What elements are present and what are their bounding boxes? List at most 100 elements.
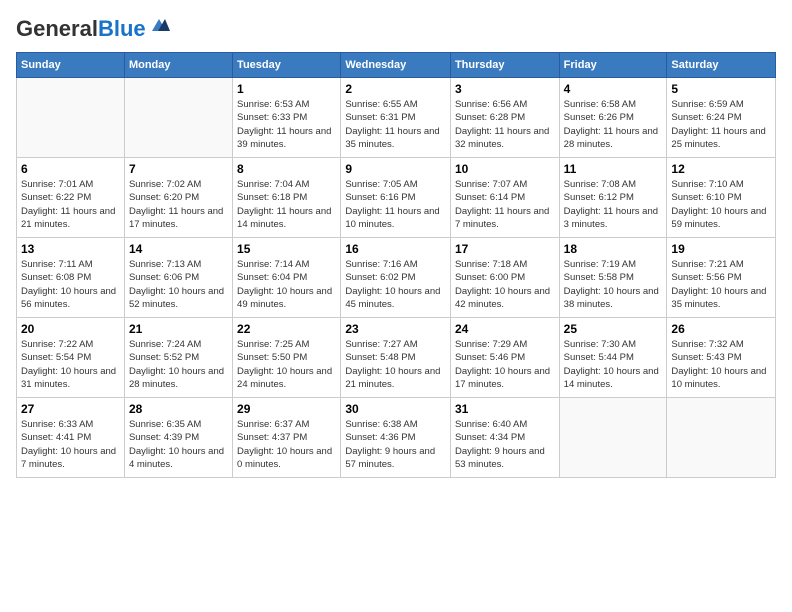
logo-blue: Blue <box>98 16 146 41</box>
day-number: 6 <box>21 162 120 176</box>
day-number: 3 <box>455 82 555 96</box>
day-number: 21 <box>129 322 228 336</box>
calendar-cell: 9 Sunrise: 7:05 AM Sunset: 6:16 PM Daylig… <box>341 158 451 238</box>
calendar-cell <box>17 78 125 158</box>
day-info: Sunrise: 7:02 AM Sunset: 6:20 PM Dayligh… <box>129 178 228 231</box>
day-info: Sunrise: 7:22 AM Sunset: 5:54 PM Dayligh… <box>21 338 120 391</box>
day-number: 12 <box>671 162 771 176</box>
day-info: Sunrise: 7:05 AM Sunset: 6:16 PM Dayligh… <box>345 178 446 231</box>
day-info: Sunrise: 7:27 AM Sunset: 5:48 PM Dayligh… <box>345 338 446 391</box>
day-info: Sunrise: 6:59 AM Sunset: 6:24 PM Dayligh… <box>671 98 771 151</box>
calendar-cell <box>667 398 776 478</box>
calendar-cell: 30 Sunrise: 6:38 AM Sunset: 4:36 PM Dayli… <box>341 398 451 478</box>
day-number: 22 <box>237 322 336 336</box>
day-number: 31 <box>455 402 555 416</box>
calendar-cell: 6 Sunrise: 7:01 AM Sunset: 6:22 PM Daylig… <box>17 158 125 238</box>
day-number: 8 <box>237 162 336 176</box>
day-header-monday: Monday <box>124 53 232 78</box>
day-info: Sunrise: 6:35 AM Sunset: 4:39 PM Dayligh… <box>129 418 228 471</box>
day-header-thursday: Thursday <box>450 53 559 78</box>
day-number: 7 <box>129 162 228 176</box>
calendar-cell: 21Sunrise: 7:24 AM Sunset: 5:52 PM Dayli… <box>124 318 232 398</box>
day-number: 23 <box>345 322 446 336</box>
day-number: 9 <box>345 162 446 176</box>
day-number: 2 <box>345 82 446 96</box>
day-info: Sunrise: 7:07 AM Sunset: 6:14 PM Dayligh… <box>455 178 555 231</box>
day-info: Sunrise: 6:56 AM Sunset: 6:28 PM Dayligh… <box>455 98 555 151</box>
calendar-cell: 12 Sunrise: 7:10 AM Sunset: 6:10 PM Dayli… <box>667 158 776 238</box>
day-info: Sunrise: 6:37 AM Sunset: 4:37 PM Dayligh… <box>237 418 336 471</box>
day-number: 15 <box>237 242 336 256</box>
calendar-cell: 5Sunrise: 6:59 AM Sunset: 6:24 PM Daylig… <box>667 78 776 158</box>
calendar-cell: 18Sunrise: 7:19 AM Sunset: 5:58 PM Dayli… <box>559 238 667 318</box>
day-info: Sunrise: 7:08 AM Sunset: 6:12 PM Dayligh… <box>564 178 663 231</box>
day-number: 4 <box>564 82 663 96</box>
calendar-cell: 28 Sunrise: 6:35 AM Sunset: 4:39 PM Dayli… <box>124 398 232 478</box>
day-header-saturday: Saturday <box>667 53 776 78</box>
calendar-cell: 20 Sunrise: 7:22 AM Sunset: 5:54 PM Dayli… <box>17 318 125 398</box>
day-number: 17 <box>455 242 555 256</box>
day-number: 11 <box>564 162 663 176</box>
logo-general: General <box>16 16 98 41</box>
day-info: Sunrise: 7:10 AM Sunset: 6:10 PM Dayligh… <box>671 178 771 231</box>
calendar-cell: 15 Sunrise: 7:14 AM Sunset: 6:04 PM Dayli… <box>233 238 341 318</box>
logo-icon <box>148 17 170 35</box>
calendar-cell: 13 Sunrise: 7:11 AM Sunset: 6:08 PM Dayli… <box>17 238 125 318</box>
day-info: Sunrise: 7:13 AM Sunset: 6:06 PM Dayligh… <box>129 258 228 311</box>
calendar-cell: 10 Sunrise: 7:07 AM Sunset: 6:14 PM Dayli… <box>450 158 559 238</box>
day-info: Sunrise: 7:11 AM Sunset: 6:08 PM Dayligh… <box>21 258 120 311</box>
calendar-cell: 16 Sunrise: 7:16 AM Sunset: 6:02 PM Dayli… <box>341 238 451 318</box>
day-number: 20 <box>21 322 120 336</box>
day-number: 29 <box>237 402 336 416</box>
day-header-tuesday: Tuesday <box>233 53 341 78</box>
calendar-cell: 27Sunrise: 6:33 AM Sunset: 4:41 PM Dayli… <box>17 398 125 478</box>
calendar-cell: 19 Sunrise: 7:21 AM Sunset: 5:56 PM Dayli… <box>667 238 776 318</box>
day-info: Sunrise: 7:21 AM Sunset: 5:56 PM Dayligh… <box>671 258 771 311</box>
day-number: 28 <box>129 402 228 416</box>
day-info: Sunrise: 7:16 AM Sunset: 6:02 PM Dayligh… <box>345 258 446 311</box>
day-number: 13 <box>21 242 120 256</box>
day-number: 19 <box>671 242 771 256</box>
day-number: 1 <box>237 82 336 96</box>
day-number: 24 <box>455 322 555 336</box>
week-row-1: 1Sunrise: 6:53 AM Sunset: 6:33 PM Daylig… <box>17 78 776 158</box>
day-header-sunday: Sunday <box>17 53 125 78</box>
calendar-cell: 17 Sunrise: 7:18 AM Sunset: 6:00 PM Dayli… <box>450 238 559 318</box>
day-number: 25 <box>564 322 663 336</box>
days-header-row: SundayMondayTuesdayWednesdayThursdayFrid… <box>17 53 776 78</box>
day-number: 27 <box>21 402 120 416</box>
day-number: 30 <box>345 402 446 416</box>
day-info: Sunrise: 6:40 AM Sunset: 4:34 PM Dayligh… <box>455 418 555 471</box>
week-row-2: 6 Sunrise: 7:01 AM Sunset: 6:22 PM Daylig… <box>17 158 776 238</box>
calendar-cell: 4Sunrise: 6:58 AM Sunset: 6:26 PM Daylig… <box>559 78 667 158</box>
day-info: Sunrise: 7:29 AM Sunset: 5:46 PM Dayligh… <box>455 338 555 391</box>
calendar-cell: 24 Sunrise: 7:29 AM Sunset: 5:46 PM Dayli… <box>450 318 559 398</box>
day-info: Sunrise: 7:32 AM Sunset: 5:43 PM Dayligh… <box>671 338 771 391</box>
week-row-3: 13 Sunrise: 7:11 AM Sunset: 6:08 PM Dayli… <box>17 238 776 318</box>
day-number: 16 <box>345 242 446 256</box>
week-row-5: 27Sunrise: 6:33 AM Sunset: 4:41 PM Dayli… <box>17 398 776 478</box>
day-info: Sunrise: 7:18 AM Sunset: 6:00 PM Dayligh… <box>455 258 555 311</box>
day-number: 10 <box>455 162 555 176</box>
day-info: Sunrise: 6:38 AM Sunset: 4:36 PM Dayligh… <box>345 418 446 471</box>
calendar-cell <box>124 78 232 158</box>
page-header: GeneralBlue <box>16 16 776 42</box>
calendar-cell: 2 Sunrise: 6:55 AM Sunset: 6:31 PM Daylig… <box>341 78 451 158</box>
day-info: Sunrise: 7:01 AM Sunset: 6:22 PM Dayligh… <box>21 178 120 231</box>
calendar-cell: 31 Sunrise: 6:40 AM Sunset: 4:34 PM Dayli… <box>450 398 559 478</box>
week-row-4: 20 Sunrise: 7:22 AM Sunset: 5:54 PM Dayli… <box>17 318 776 398</box>
calendar-cell: 22 Sunrise: 7:25 AM Sunset: 5:50 PM Dayli… <box>233 318 341 398</box>
calendar-cell: 26 Sunrise: 7:32 AM Sunset: 5:43 PM Dayli… <box>667 318 776 398</box>
calendar-cell: 29 Sunrise: 6:37 AM Sunset: 4:37 PM Dayli… <box>233 398 341 478</box>
calendar-cell: 23 Sunrise: 7:27 AM Sunset: 5:48 PM Dayli… <box>341 318 451 398</box>
day-info: Sunrise: 7:14 AM Sunset: 6:04 PM Dayligh… <box>237 258 336 311</box>
calendar-cell <box>559 398 667 478</box>
logo: GeneralBlue <box>16 16 170 42</box>
day-info: Sunrise: 6:55 AM Sunset: 6:31 PM Dayligh… <box>345 98 446 151</box>
calendar-cell: 7 Sunrise: 7:02 AM Sunset: 6:20 PM Daylig… <box>124 158 232 238</box>
day-info: Sunrise: 7:25 AM Sunset: 5:50 PM Dayligh… <box>237 338 336 391</box>
calendar-cell: 1Sunrise: 6:53 AM Sunset: 6:33 PM Daylig… <box>233 78 341 158</box>
calendar-cell: 25 Sunrise: 7:30 AM Sunset: 5:44 PM Dayli… <box>559 318 667 398</box>
day-info: Sunrise: 7:30 AM Sunset: 5:44 PM Dayligh… <box>564 338 663 391</box>
day-number: 26 <box>671 322 771 336</box>
